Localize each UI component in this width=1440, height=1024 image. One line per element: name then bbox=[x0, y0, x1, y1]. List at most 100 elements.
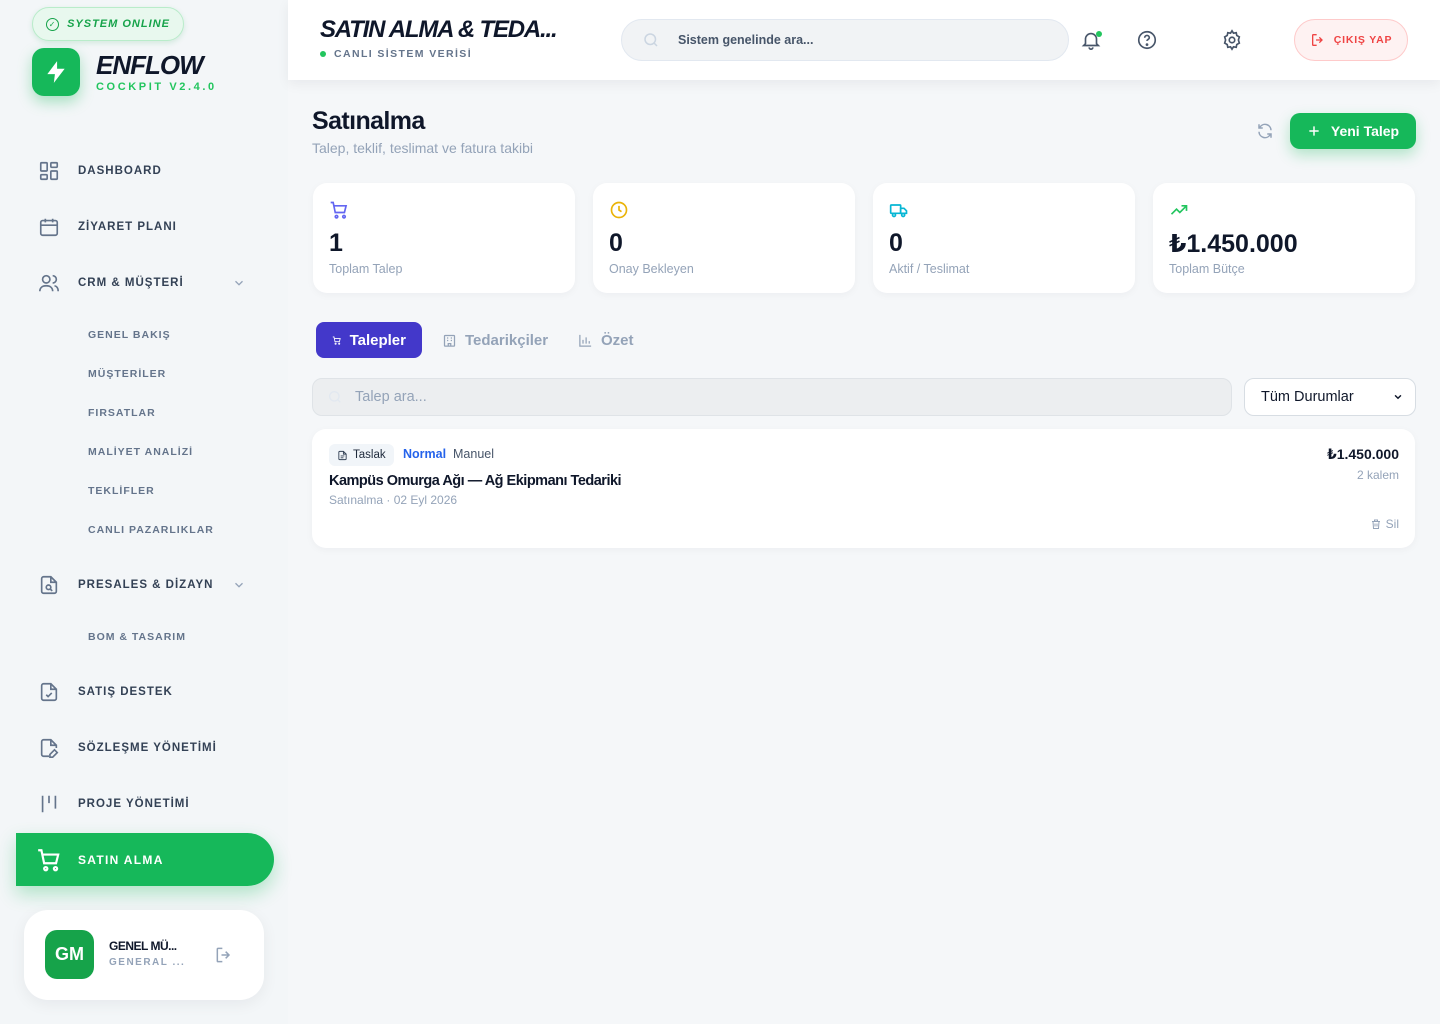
nav-presales-label: PRESALES & DİZAYN bbox=[78, 579, 214, 591]
file-icon bbox=[338, 450, 347, 460]
file-check-icon bbox=[40, 682, 58, 702]
stat-label: Aktif / Teslimat bbox=[889, 262, 970, 276]
tab-summary[interactable]: Özet bbox=[578, 322, 634, 358]
nav-projects[interactable]: PROJE YÖNETİMİ bbox=[38, 792, 190, 816]
nav-sub-opportunities[interactable]: FIRSATLAR bbox=[88, 407, 156, 419]
nav-sub-customers[interactable]: MÜŞTERİLER bbox=[88, 368, 166, 380]
nav-purchasing-label: SATIN ALMA bbox=[78, 852, 164, 867]
page-title: Satınalma bbox=[312, 107, 425, 135]
new-request-label: Yeni Talep bbox=[1330, 123, 1400, 139]
check-circle-icon: ✓ bbox=[46, 17, 60, 31]
stat-label: Toplam Talep bbox=[329, 262, 403, 276]
stat-card-total-budget: ₺1.450.000 Toplam Bütçe bbox=[1153, 183, 1415, 293]
trash-icon bbox=[1371, 519, 1380, 529]
request-title[interactable]: Kampüs Omurga Ağı — Ağ Ekipmanı Tedariki bbox=[329, 473, 622, 489]
status-badge-label: Taslak bbox=[353, 449, 386, 461]
nav-contracts[interactable]: SÖZLEŞME YÖNETİMİ bbox=[38, 736, 217, 760]
truck-icon bbox=[889, 204, 908, 218]
help-icon[interactable] bbox=[1136, 29, 1158, 51]
cart-icon bbox=[332, 335, 341, 345]
user-name: GENEL MÜ... bbox=[109, 939, 177, 953]
brand-version: COCKPIT V2.4.0 bbox=[96, 81, 217, 93]
kanban-icon bbox=[41, 795, 57, 813]
stat-value: 0 bbox=[609, 229, 623, 257]
priority-badge: Normal bbox=[403, 447, 447, 461]
bar-chart-icon bbox=[579, 334, 592, 347]
nav-sub-bom-design[interactable]: BOM & TASARIM bbox=[88, 631, 186, 643]
chevron-down-icon[interactable] bbox=[232, 578, 246, 592]
stat-value: 0 bbox=[889, 229, 903, 257]
logo-icon[interactable] bbox=[32, 48, 80, 96]
nav-presales[interactable]: PRESALES & DİZAYN bbox=[38, 573, 213, 597]
stat-card-active-delivery: 0 Aktif / Teslimat bbox=[873, 183, 1135, 293]
file-search-icon bbox=[40, 575, 58, 595]
nav-crm-label: CRM & MÜŞTERİ bbox=[78, 277, 184, 289]
sidebar: ✓ SYSTEM ONLINE ENFLOW COCKPIT V2.4.0 DA… bbox=[0, 0, 288, 1024]
nav-purchasing[interactable]: SATIN ALMA bbox=[16, 833, 274, 886]
delete-button[interactable]: Sil bbox=[1370, 517, 1399, 531]
nav-sales-support[interactable]: SATIŞ DESTEK bbox=[38, 680, 173, 704]
stat-value: ₺1.450.000 bbox=[1169, 230, 1298, 258]
notification-dot bbox=[1096, 31, 1102, 37]
request-card[interactable]: Taslak Normal Manuel Kampüs Omurga Ağı —… bbox=[312, 429, 1415, 548]
building-icon bbox=[443, 334, 456, 347]
users-icon bbox=[39, 274, 59, 292]
new-request-button[interactable]: Yeni Talep bbox=[1290, 113, 1416, 149]
logout-icon[interactable] bbox=[214, 945, 234, 965]
logout-label: ÇIKIŞ YAP bbox=[1333, 34, 1393, 46]
nav-sub-quotes[interactable]: TEKLİFLER bbox=[88, 485, 155, 497]
chevron-down-icon bbox=[1394, 394, 1402, 400]
nav-sub-live-negotiations[interactable]: CANLI PAZARLIKLAR bbox=[88, 524, 214, 536]
brand-name: ENFLOW bbox=[96, 50, 204, 80]
cart-icon bbox=[38, 848, 60, 871]
stat-card-total-requests: 1 Toplam Talep bbox=[313, 183, 575, 293]
nav-sub-cost-analysis[interactable]: MALİYET ANALİZİ bbox=[88, 446, 193, 458]
grid-icon bbox=[39, 161, 59, 181]
nav-sales-support-label: SATIŞ DESTEK bbox=[78, 686, 173, 698]
request-search-input[interactable]: Talep ara... bbox=[312, 378, 1232, 416]
plus-icon bbox=[1309, 126, 1319, 136]
trending-up-icon bbox=[1170, 205, 1188, 215]
global-search-input[interactable]: Sistem genelinde ara... bbox=[621, 19, 1069, 61]
request-search-placeholder: Talep ara... bbox=[355, 389, 427, 405]
stat-card-pending-approval: 0 Onay Bekleyen bbox=[593, 183, 855, 293]
tab-summary-label: Özet bbox=[601, 331, 634, 349]
nav-contracts-label: SÖZLEŞME YÖNETİMİ bbox=[78, 742, 217, 754]
stat-label: Onay Bekleyen bbox=[609, 262, 694, 276]
nav-sub-overview[interactable]: GENEL BAKIŞ bbox=[88, 329, 171, 341]
nav-visit-plan[interactable]: ZİYARET PLANI bbox=[38, 215, 177, 239]
stat-value: 1 bbox=[329, 229, 343, 257]
user-role: GENERAL ... bbox=[109, 957, 186, 968]
status-badge: Taslak bbox=[329, 444, 394, 466]
chevron-down-icon[interactable] bbox=[232, 276, 246, 290]
tab-suppliers[interactable]: Tedarikçiler bbox=[442, 322, 548, 358]
nav-dashboard[interactable]: DASHBOARD bbox=[38, 159, 162, 183]
request-item-count: 2 kalem bbox=[1356, 468, 1399, 482]
nav-visit-plan-label: ZİYARET PLANI bbox=[78, 221, 177, 233]
stat-label: Toplam Bütçe bbox=[1169, 262, 1245, 276]
status-filter-value: Tüm Durumlar bbox=[1261, 389, 1354, 405]
source-badge: Manuel bbox=[453, 447, 494, 461]
logout-button[interactable]: ÇIKIŞ YAP bbox=[1294, 19, 1408, 61]
status-filter-select[interactable]: Tüm Durumlar bbox=[1244, 378, 1416, 416]
refresh-icon[interactable] bbox=[1256, 122, 1274, 140]
logout-icon bbox=[1311, 34, 1323, 46]
file-edit-icon bbox=[40, 738, 59, 758]
tab-requests[interactable]: Talepler bbox=[316, 322, 422, 358]
clock-icon bbox=[610, 201, 628, 219]
calendar-icon bbox=[39, 218, 59, 237]
gear-icon[interactable] bbox=[1221, 29, 1243, 51]
tab-requests-label: Talepler bbox=[349, 331, 406, 349]
search-icon bbox=[329, 391, 341, 403]
tab-suppliers-label: Tedarikçiler bbox=[465, 331, 549, 349]
live-data-indicator: CANLI SİSTEM VERİSİ bbox=[320, 48, 472, 60]
page-subtitle: Talep, teklif, teslimat ve fatura takibi bbox=[312, 140, 533, 156]
request-amount: ₺1.450.000 bbox=[1326, 446, 1399, 462]
nav-dashboard-label: DASHBOARD bbox=[78, 165, 162, 177]
system-status-label: SYSTEM ONLINE bbox=[67, 18, 170, 30]
avatar: GM bbox=[45, 930, 94, 979]
user-card: GM GENEL MÜ... GENERAL ... bbox=[24, 910, 264, 1000]
live-data-label: CANLI SİSTEM VERİSİ bbox=[334, 48, 473, 60]
nav-crm[interactable]: CRM & MÜŞTERİ bbox=[38, 271, 184, 295]
search-icon bbox=[644, 33, 658, 47]
